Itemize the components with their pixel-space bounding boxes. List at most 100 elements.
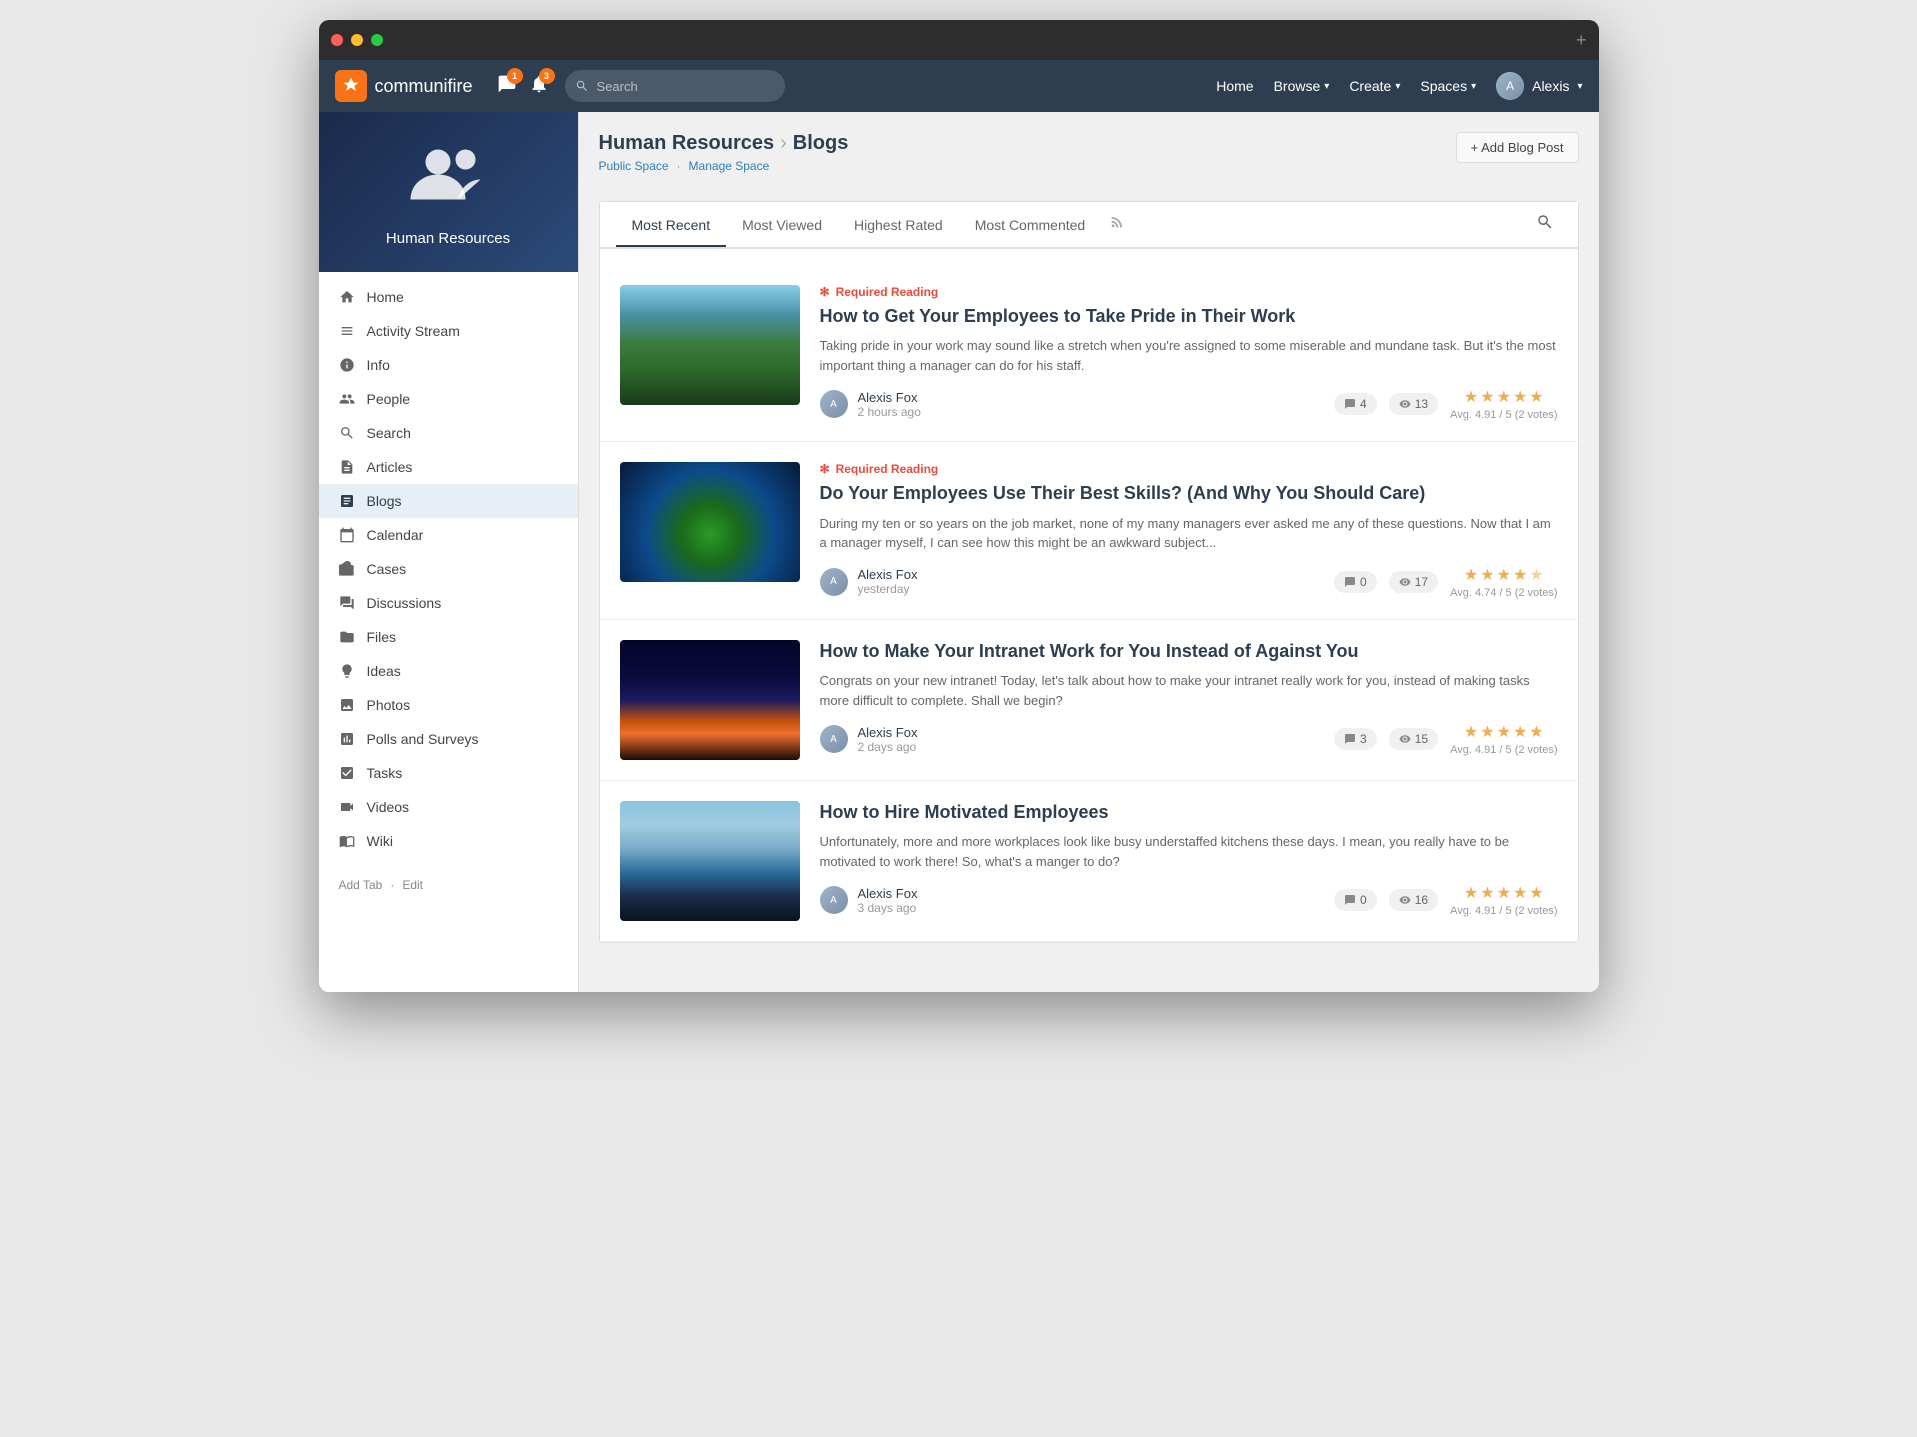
blog-excerpt-1: Taking pride in your work may sound like…	[820, 336, 1558, 375]
sidebar-label-ideas: Ideas	[367, 663, 401, 679]
tab-highest-rated[interactable]: Highest Rated	[838, 205, 959, 247]
blog-title-4[interactable]: How to Hire Motivated Employees	[820, 801, 1558, 824]
sidebar-item-info[interactable]: Info	[319, 348, 578, 382]
sidebar-item-ideas[interactable]: Ideas	[319, 654, 578, 688]
sidebar-item-home[interactable]: Home	[319, 280, 578, 314]
add-blog-post-button[interactable]: + Add Blog Post	[1456, 132, 1579, 163]
sidebar-item-files[interactable]: Files	[319, 620, 578, 654]
sidebar-item-search[interactable]: Search	[319, 416, 578, 450]
sidebar-item-people[interactable]: People	[319, 382, 578, 416]
nav-browse[interactable]: Browse ▾	[1274, 78, 1330, 94]
comments-count-4: 0	[1334, 889, 1377, 911]
views-num-2: 17	[1415, 575, 1428, 589]
blog-author-name-3[interactable]: Alexis Fox	[858, 725, 918, 740]
nav-create[interactable]: Create ▾	[1349, 78, 1400, 94]
create-caret: ▾	[1395, 81, 1400, 92]
rating-text-1: Avg. 4.91 / 5 (2 votes)	[1450, 409, 1557, 421]
views-num-1: 13	[1415, 397, 1428, 411]
tab-most-viewed[interactable]: Most Viewed	[726, 205, 838, 247]
star-1-3: ★	[1497, 387, 1511, 407]
space-hero-icon	[408, 137, 488, 222]
blog-content-3: How to Make Your Intranet Work for You I…	[820, 640, 1558, 760]
blog-author-name-1[interactable]: Alexis Fox	[858, 390, 921, 405]
cases-icon	[339, 561, 355, 577]
blog-stats-1: 4 13 ★ ★	[1334, 387, 1557, 421]
public-space-link[interactable]: Public Space	[599, 159, 669, 173]
star-3-5: ★	[1529, 722, 1543, 742]
sidebar-item-discussions[interactable]: Discussions	[319, 586, 578, 620]
files-icon	[339, 629, 355, 645]
tab-most-commented[interactable]: Most Commented	[959, 205, 1101, 247]
sidebar-label-polls: Polls and Surveys	[367, 731, 479, 747]
breadcrumb: Human Resources › Blogs	[599, 132, 849, 155]
blog-title-3[interactable]: How to Make Your Intranet Work for You I…	[820, 640, 1558, 663]
sidebar-item-articles[interactable]: Articles	[319, 450, 578, 484]
blog-list: ✻ Required Reading How to Get Your Emplo…	[600, 265, 1578, 942]
blog-search-button[interactable]	[1528, 205, 1562, 244]
comment-icon-4	[1344, 894, 1356, 906]
maximize-button[interactable]	[371, 34, 383, 46]
star-4-2: ★	[1480, 883, 1494, 903]
sidebar-item-tasks[interactable]: Tasks	[319, 756, 578, 790]
sidebar-item-blogs[interactable]: Blogs	[319, 484, 578, 518]
blog-container: Most Recent Most Viewed Highest Rated Mo…	[599, 201, 1579, 943]
blog-meta-1: A Alexis Fox 2 hours ago 4	[820, 387, 1558, 421]
edit-link[interactable]: Edit	[402, 878, 423, 892]
sidebar-label-people: People	[367, 391, 411, 407]
sidebar-item-activity-stream[interactable]: Activity Stream	[319, 314, 578, 348]
notifications-badge: 3	[539, 68, 555, 84]
add-tab-link[interactable]: Add Tab	[339, 878, 383, 892]
tasks-icon	[339, 765, 355, 781]
views-icon-3	[1399, 733, 1411, 745]
messages-icon-wrap[interactable]: 1	[497, 74, 517, 99]
blog-author-name-2[interactable]: Alexis Fox	[858, 567, 918, 582]
search-input[interactable]	[565, 70, 785, 102]
blog-author-name-4[interactable]: Alexis Fox	[858, 886, 918, 901]
tabs-bar: Most Recent Most Viewed Highest Rated Mo…	[600, 202, 1578, 249]
required-tag-2: ✻ Required Reading	[820, 462, 1558, 476]
blog-content-4: How to Hire Motivated Employees Unfortun…	[820, 801, 1558, 921]
nav-spaces[interactable]: Spaces ▾	[1420, 78, 1476, 94]
tab-most-recent[interactable]: Most Recent	[616, 205, 727, 247]
search-icon	[575, 79, 589, 93]
blog-meta-4: A Alexis Fox 3 days ago 0	[820, 883, 1558, 917]
stars-1: ★ ★ ★ ★ ★	[1464, 387, 1544, 407]
sidebar-item-photos[interactable]: Photos	[319, 688, 578, 722]
sidebar-item-cases[interactable]: Cases	[319, 552, 578, 586]
sidebar-item-wiki[interactable]: Wiki	[319, 824, 578, 858]
manage-space-link[interactable]: Manage Space	[689, 159, 770, 173]
blog-title-2[interactable]: Do Your Employees Use Their Best Skills?…	[820, 482, 1558, 505]
discussions-icon	[339, 595, 355, 611]
sidebar-label-photos: Photos	[367, 697, 411, 713]
sidebar-item-videos[interactable]: Videos	[319, 790, 578, 824]
blog-title-1[interactable]: How to Get Your Employees to Take Pride …	[820, 305, 1558, 328]
page-header: Human Resources › Blogs Public Space · M…	[599, 132, 1579, 189]
breadcrumb-space[interactable]: Human Resources	[599, 132, 775, 155]
comment-icon-2	[1344, 576, 1356, 588]
user-menu[interactable]: A Alexis ▾	[1496, 72, 1582, 100]
logo[interactable]: communifire	[335, 70, 473, 102]
browse-caret: ▾	[1324, 81, 1329, 92]
close-button[interactable]	[331, 34, 343, 46]
sidebar-label-info: Info	[367, 357, 390, 373]
blog-rating-3: ★ ★ ★ ★ ★ Avg. 4.91 / 5 (2 votes)	[1450, 722, 1557, 756]
sidebar-label-cases: Cases	[367, 561, 407, 577]
blog-excerpt-4: Unfortunately, more and more workplaces …	[820, 832, 1558, 871]
notifications-icon-wrap[interactable]: 3	[529, 74, 549, 99]
new-tab-button[interactable]: +	[1576, 30, 1587, 51]
nav-home[interactable]: Home	[1216, 78, 1253, 94]
views-icon-4	[1399, 894, 1411, 906]
blog-author-avatar-2: A	[820, 568, 848, 596]
views-icon-2	[1399, 576, 1411, 588]
sidebar-item-polls[interactable]: Polls and Surveys	[319, 722, 578, 756]
blog-thumbnail-2	[620, 462, 800, 582]
rss-icon[interactable]	[1101, 202, 1133, 247]
page-subtitle: Public Space · Manage Space	[599, 159, 849, 173]
sidebar-item-calendar[interactable]: Calendar	[319, 518, 578, 552]
sub-dot: ·	[677, 159, 681, 173]
views-num-3: 15	[1415, 732, 1428, 746]
author-meta-3: Alexis Fox 2 days ago	[858, 725, 918, 754]
minimize-button[interactable]	[351, 34, 363, 46]
activity-icon	[339, 323, 355, 339]
sidebar-label-blogs: Blogs	[367, 493, 402, 509]
